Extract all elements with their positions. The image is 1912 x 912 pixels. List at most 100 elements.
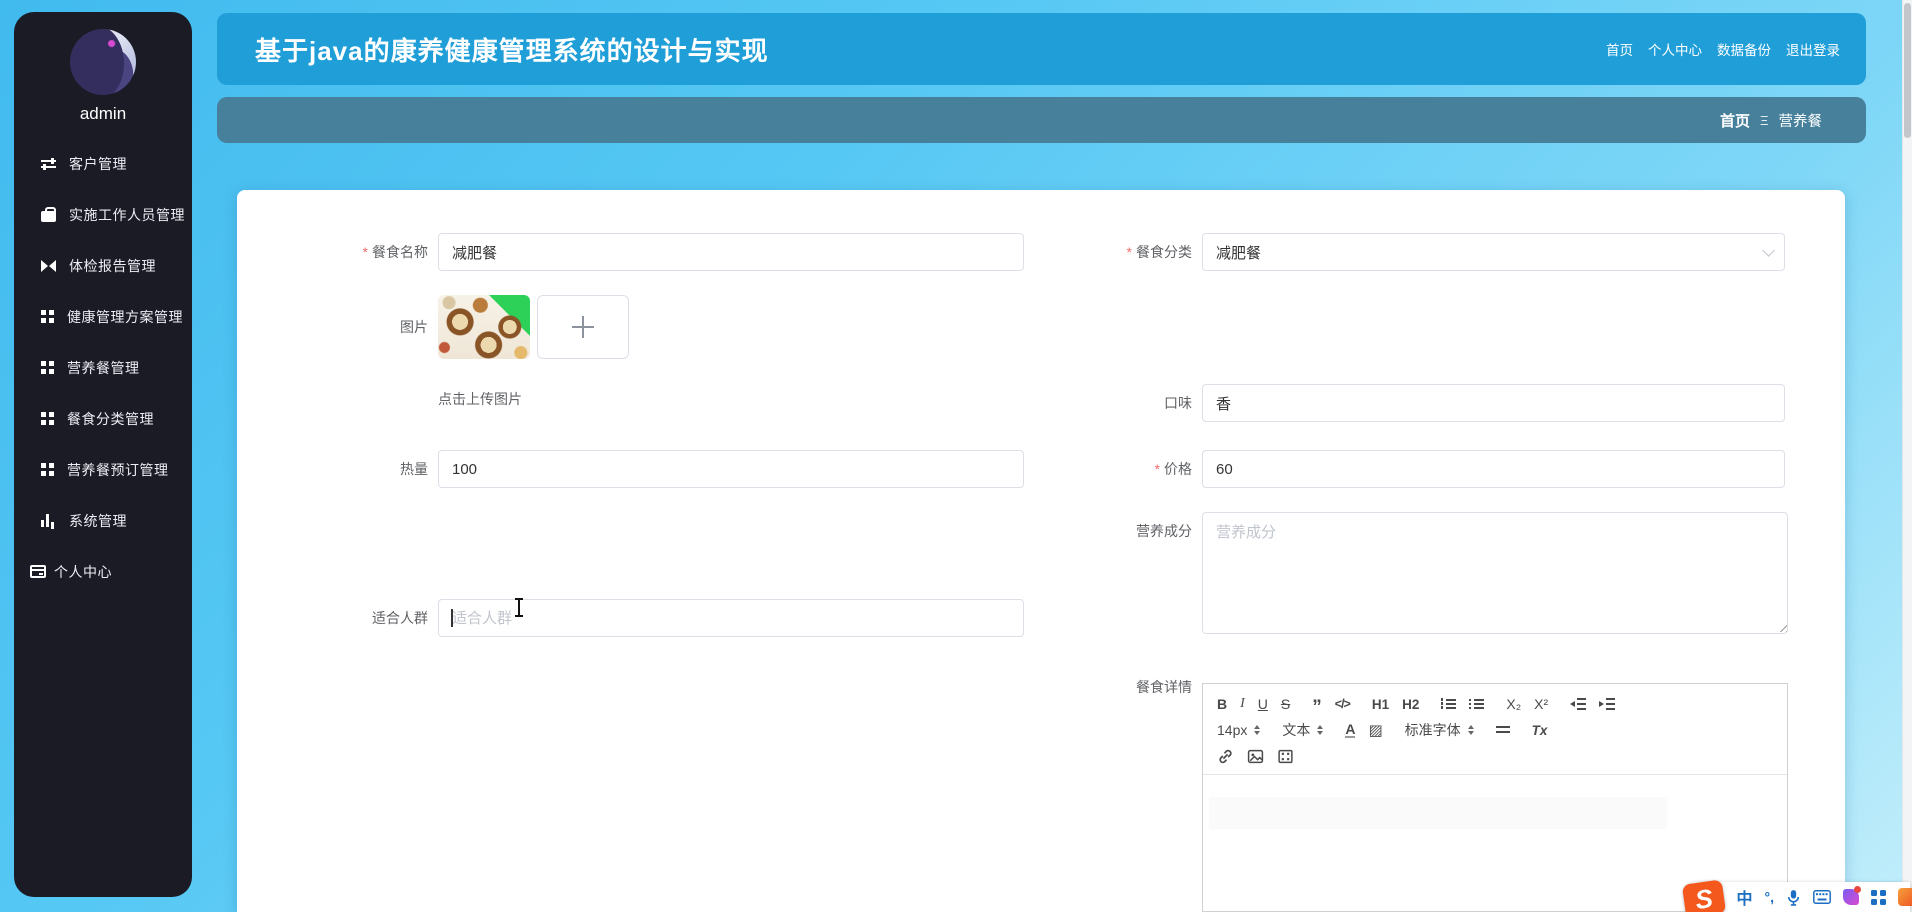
ordered-list-icon[interactable] xyxy=(1441,698,1457,710)
suitable-input[interactable] xyxy=(438,599,1024,637)
indent-icon[interactable] xyxy=(1599,698,1616,710)
sidebar-item-customer-management[interactable]: 客户管理 xyxy=(14,138,192,189)
image-label: 图片 xyxy=(400,319,428,335)
sidebar-item-staff-management[interactable]: 实施工作人员管理 xyxy=(14,189,192,240)
detail-label: 餐食详情 xyxy=(1136,679,1192,695)
price-label: * 价格 xyxy=(1154,461,1192,477)
sidebar-item-health-plan-management[interactable]: 健康管理方案管理 xyxy=(14,291,192,342)
editor-content-strip xyxy=(1209,797,1667,829)
stepper-icon[interactable] xyxy=(1254,724,1261,736)
meal-category-value: 减肥餐 xyxy=(1216,244,1262,262)
link-icon[interactable] xyxy=(1217,748,1234,765)
sidebar-item-label: 实施工作人员管理 xyxy=(69,206,185,223)
required-mark: * xyxy=(362,244,368,260)
font-family-select[interactable]: 标准字体 xyxy=(1405,720,1474,740)
sidebar-item-system-management[interactable]: 系统管理 xyxy=(14,495,192,546)
ime-language-toggle[interactable]: 中 xyxy=(1736,885,1752,909)
bold-icon[interactable]: B xyxy=(1217,696,1227,712)
sidebar-item-label: 系统管理 xyxy=(69,512,127,529)
chevron-down-icon xyxy=(1762,243,1775,257)
ime-partial-icon[interactable] xyxy=(1898,888,1912,906)
taste-label: 口味 xyxy=(1164,395,1192,411)
breadcrumb-current: 营养餐 xyxy=(1778,113,1823,130)
upload-hint: 点击上传图片 xyxy=(438,391,522,407)
required-mark: * xyxy=(1126,244,1132,260)
stepper-icon[interactable] xyxy=(1467,724,1474,736)
unordered-list-icon[interactable] xyxy=(1469,698,1485,710)
font-color-icon[interactable]: A xyxy=(1345,722,1356,738)
heading2-icon[interactable]: H2 xyxy=(1402,697,1419,712)
subscript-icon[interactable]: X₂ xyxy=(1506,696,1521,712)
code-icon[interactable]: </> xyxy=(1335,697,1351,711)
top-nav-link[interactable]: 退出登录 xyxy=(1786,39,1840,59)
stepper-icon[interactable] xyxy=(1317,724,1324,736)
editor-toolbar: B I U S ” </> H1 H2 X₂ X² 14px 文本 A ▨ 标准… xyxy=(1203,684,1787,775)
keyboard-icon[interactable] xyxy=(1813,890,1831,904)
font-size-select[interactable]: 14px xyxy=(1217,722,1261,738)
plus-icon xyxy=(572,316,594,338)
meal-category-label: * 餐食分类 xyxy=(1126,244,1192,260)
briefcase-icon xyxy=(41,207,56,222)
sidebar-item-nutrition-meal-management[interactable]: 营养餐管理 xyxy=(14,342,192,393)
calories-input[interactable] xyxy=(438,450,1024,488)
meal-image-thumbnail[interactable] xyxy=(438,295,530,359)
breadcrumb: 首页 Ξ 营养餐 xyxy=(217,97,1866,143)
strikethrough-icon[interactable]: S xyxy=(1281,696,1290,712)
avatar xyxy=(70,29,136,95)
sidebar-item-meal-category-management[interactable]: 餐食分类管理 xyxy=(14,393,192,444)
desktop: admin 客户管理 实施工作人员管理 体检报告管理 健康管理方案管理 营养餐管… xyxy=(0,0,1912,912)
top-nav-link[interactable]: 个人中心 xyxy=(1648,39,1702,59)
text-caret xyxy=(451,609,453,627)
grid-icon xyxy=(41,412,54,425)
line-height-icon[interactable] xyxy=(1495,724,1510,736)
grid-icon xyxy=(41,310,54,323)
suitable-label: 适合人群 xyxy=(372,610,428,626)
breadcrumb-home[interactable]: 首页 xyxy=(1720,110,1750,131)
sidebar: admin 客户管理 实施工作人员管理 体检报告管理 健康管理方案管理 营养餐管… xyxy=(14,12,192,897)
required-mark: * xyxy=(1154,461,1160,477)
top-nav: 首页 个人中心 数据备份 退出登录 xyxy=(1606,39,1866,59)
ime-skin-icon[interactable] xyxy=(1843,886,1861,905)
ibeam-cursor xyxy=(515,598,523,617)
taste-input[interactable] xyxy=(1202,384,1785,422)
sliders-icon xyxy=(41,157,56,170)
blockquote-icon[interactable]: ” xyxy=(1312,696,1322,717)
heading1-icon[interactable]: H1 xyxy=(1372,697,1389,712)
rich-text-editor: B I U S ” </> H1 H2 X₂ X² 14px 文本 A ▨ 标准… xyxy=(1202,683,1788,912)
superscript-icon[interactable]: X² xyxy=(1534,696,1548,712)
bar-chart-icon xyxy=(41,514,56,527)
nutrition-label: 营养成分 xyxy=(1136,523,1192,539)
sidebar-item-personal-center[interactable]: 个人中心 xyxy=(14,546,192,597)
page-title: 基于java的康养健康管理系统的设计与实现 xyxy=(255,35,769,66)
upload-image-button[interactable] xyxy=(537,295,629,359)
ime-punctuation-toggle[interactable]: °, xyxy=(1765,889,1775,905)
sidebar-item-checkup-report-management[interactable]: 体检报告管理 xyxy=(14,240,192,291)
nutrition-textarea[interactable] xyxy=(1202,512,1788,634)
price-input[interactable] xyxy=(1202,450,1785,488)
header-bar: 基于java的康养健康管理系统的设计与实现 首页 个人中心 数据备份 退出登录 xyxy=(217,13,1866,85)
video-icon[interactable] xyxy=(1277,748,1294,765)
grid-icon xyxy=(41,361,54,374)
sidebar-item-label: 餐食分类管理 xyxy=(67,410,154,427)
italic-icon[interactable]: I xyxy=(1240,696,1245,712)
breadcrumb-separator-icon: Ξ xyxy=(1760,112,1769,128)
outdent-icon[interactable] xyxy=(1570,698,1587,710)
sidebar-item-meal-booking-management[interactable]: 营养餐预订管理 xyxy=(14,444,192,495)
ime-toolbar: S 中 °, xyxy=(1682,879,1912,912)
scrollbar-thumb[interactable] xyxy=(1904,3,1911,138)
top-nav-link[interactable]: 首页 xyxy=(1606,39,1633,59)
ime-menu-icon[interactable] xyxy=(1871,889,1886,905)
clear-format-icon[interactable]: Tx xyxy=(1532,723,1548,738)
top-nav-link[interactable]: 数据备份 xyxy=(1717,39,1771,59)
highlight-icon[interactable]: ▨ xyxy=(1368,721,1382,739)
card-icon xyxy=(30,565,46,578)
underline-icon[interactable]: U xyxy=(1258,696,1268,712)
page-scrollbar[interactable] xyxy=(1902,0,1912,912)
meal-name-input[interactable] xyxy=(438,233,1024,271)
meal-name-label: * 餐食名称 xyxy=(362,244,428,260)
meal-category-select[interactable]: 减肥餐 xyxy=(1202,233,1785,271)
image-icon[interactable] xyxy=(1247,748,1264,765)
text-type-select[interactable]: 文本 xyxy=(1282,720,1324,740)
microphone-icon[interactable] xyxy=(1786,889,1801,906)
sogou-logo-icon[interactable]: S xyxy=(1682,879,1727,912)
